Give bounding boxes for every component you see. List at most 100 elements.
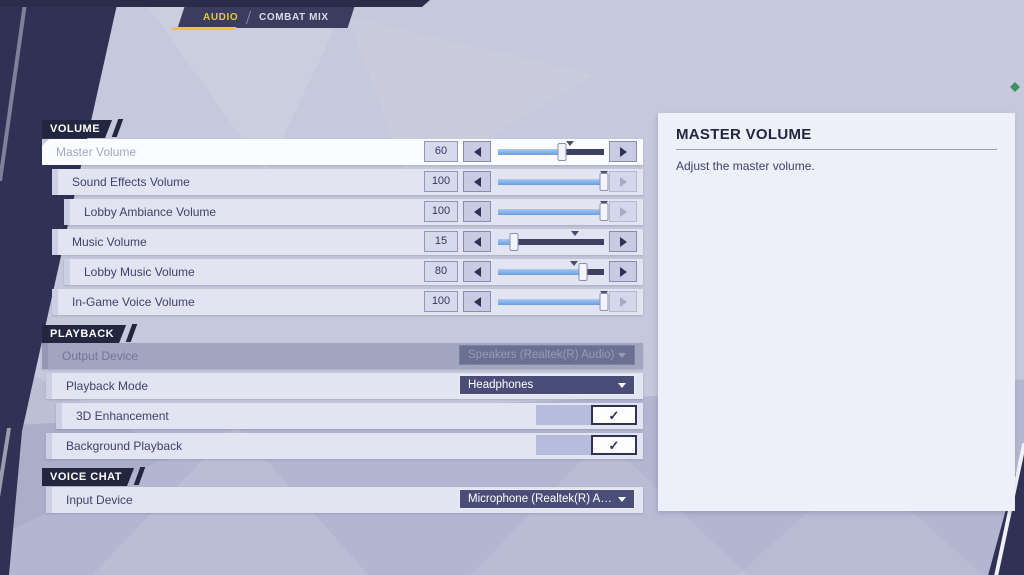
setting-label: Playback Mode <box>66 373 148 399</box>
setting-row-3d-enhancement[interactable]: 3D Enhancement ✓ <box>56 403 643 429</box>
tab-audio[interactable]: AUDIO <box>193 12 248 23</box>
divider <box>676 149 997 150</box>
decrease-button[interactable] <box>463 171 491 192</box>
info-panel: MASTER VOLUME Adjust the master volume. <box>658 113 1015 511</box>
slider-track <box>498 179 604 185</box>
section-header-playback: PLAYBACK <box>42 324 134 342</box>
volume-value: 100 <box>424 201 458 222</box>
volume-value: 100 <box>424 171 458 192</box>
tab-combat-mix[interactable]: COMBAT MIX <box>249 12 339 23</box>
default-marker-icon <box>570 261 578 266</box>
info-panel-description: Adjust the master volume. <box>676 159 997 173</box>
slider-fill <box>498 299 604 305</box>
arrow-left-icon <box>474 147 481 157</box>
volume-slider[interactable] <box>498 169 604 195</box>
increase-button[interactable] <box>609 261 637 282</box>
increase-button[interactable] <box>609 141 637 162</box>
increase-button <box>609 201 637 222</box>
arrow-right-icon <box>620 237 627 247</box>
setting-label: In-Game Voice Volume <box>72 289 195 315</box>
setting-label: 3D Enhancement <box>76 403 169 429</box>
setting-label: Lobby Music Volume <box>84 259 195 285</box>
decrease-button[interactable] <box>463 291 491 312</box>
active-tab-underline <box>172 27 237 30</box>
increase-button <box>609 171 637 192</box>
info-panel-title: MASTER VOLUME <box>676 126 997 143</box>
3d-enhancement-checkbox[interactable]: ✓ <box>536 405 637 425</box>
section-title: VOLUME <box>42 120 112 138</box>
slider-track <box>498 299 604 305</box>
decorative-green-icon <box>1010 82 1020 92</box>
section-title: PLAYBACK <box>42 325 126 343</box>
setting-row-playback-mode[interactable]: Playback Mode Headphones <box>46 373 643 399</box>
dropdown-value: Speakers (Realtek(R) Audio) <box>468 349 614 361</box>
arrow-right-icon <box>620 297 627 307</box>
setting-label: Lobby Ambiance Volume <box>84 199 216 225</box>
arrow-left-icon <box>474 237 481 247</box>
decrease-button[interactable] <box>463 261 491 282</box>
playback-mode-dropdown[interactable]: Headphones <box>459 375 635 395</box>
slider-thumb[interactable] <box>600 293 609 311</box>
background-playback-checkbox[interactable]: ✓ <box>536 435 637 455</box>
setting-label: Input Device <box>66 487 133 513</box>
arrow-right-icon <box>620 147 627 157</box>
input-device-dropdown[interactable]: Microphone (Realtek(R) Audio) <box>459 489 635 509</box>
slider-thumb[interactable] <box>600 203 609 221</box>
volume-slider[interactable] <box>498 139 604 165</box>
setting-row-sound-effects-volume[interactable]: Sound Effects Volume 100 <box>52 169 643 195</box>
setting-label: Music Volume <box>72 229 147 255</box>
default-marker-icon <box>566 141 574 146</box>
slider-track <box>498 269 604 275</box>
slider-track <box>498 149 604 155</box>
decrease-button[interactable] <box>463 201 491 222</box>
output-device-dropdown: Speakers (Realtek(R) Audio) <box>459 345 635 365</box>
volume-slider[interactable] <box>498 229 604 255</box>
volume-value: 15 <box>424 231 458 252</box>
volume-slider[interactable] <box>498 259 604 285</box>
arrow-right-icon <box>620 267 627 277</box>
slider-thumb[interactable] <box>509 233 518 251</box>
increase-button[interactable] <box>609 231 637 252</box>
section-header-volume: VOLUME <box>42 119 120 137</box>
tab-bar: AUDIO COMBAT MIX <box>178 7 355 28</box>
slash-decoration <box>112 119 124 137</box>
volume-value: 60 <box>424 141 458 162</box>
setting-row-background-playback[interactable]: Background Playback ✓ <box>46 433 643 459</box>
slider-thumb[interactable] <box>600 173 609 191</box>
dropdown-value: Microphone (Realtek(R) Audio) <box>468 493 618 505</box>
slider-fill <box>498 149 562 155</box>
setting-row-lobby-ambiance-volume[interactable]: Lobby Ambiance Volume 100 <box>64 199 643 225</box>
section-title: VOICE CHAT <box>42 468 134 486</box>
section-header-voice-chat: VOICE CHAT <box>42 467 142 485</box>
slash-decoration <box>126 324 138 342</box>
checkbox-box: ✓ <box>591 405 637 425</box>
setting-row-lobby-music-volume[interactable]: Lobby Music Volume 80 <box>64 259 643 285</box>
checkbox-bar <box>536 405 591 425</box>
setting-row-music-volume[interactable]: Music Volume 15 <box>52 229 643 255</box>
decrease-button[interactable] <box>463 141 491 162</box>
checkmark-icon: ✓ <box>609 409 620 422</box>
checkmark-icon: ✓ <box>609 439 620 452</box>
setting-row-output-device: Output Device Speakers (Realtek(R) Audio… <box>42 343 643 369</box>
slider-thumb[interactable] <box>578 263 587 281</box>
volume-slider[interactable] <box>498 289 604 315</box>
decrease-button[interactable] <box>463 231 491 252</box>
chevron-down-icon <box>618 497 626 502</box>
arrow-left-icon <box>474 177 481 187</box>
volume-value: 100 <box>424 291 458 312</box>
setting-label: Master Volume <box>56 139 136 165</box>
setting-label: Output Device <box>62 343 138 369</box>
slider-track <box>498 209 604 215</box>
chevron-down-icon <box>618 353 626 358</box>
setting-row-input-device[interactable]: Input Device Microphone (Realtek(R) Audi… <box>46 487 643 513</box>
arrow-right-icon <box>620 207 627 217</box>
slider-thumb[interactable] <box>557 143 566 161</box>
volume-value: 80 <box>424 261 458 282</box>
slider-fill <box>498 209 604 215</box>
checkbox-box: ✓ <box>591 435 637 455</box>
setting-row-ingame-voice-volume[interactable]: In-Game Voice Volume 100 <box>52 289 643 315</box>
arrow-right-icon <box>620 177 627 187</box>
arrow-left-icon <box>474 267 481 277</box>
volume-slider[interactable] <box>498 199 604 225</box>
setting-row-master-volume[interactable]: Master Volume 60 <box>42 139 643 165</box>
